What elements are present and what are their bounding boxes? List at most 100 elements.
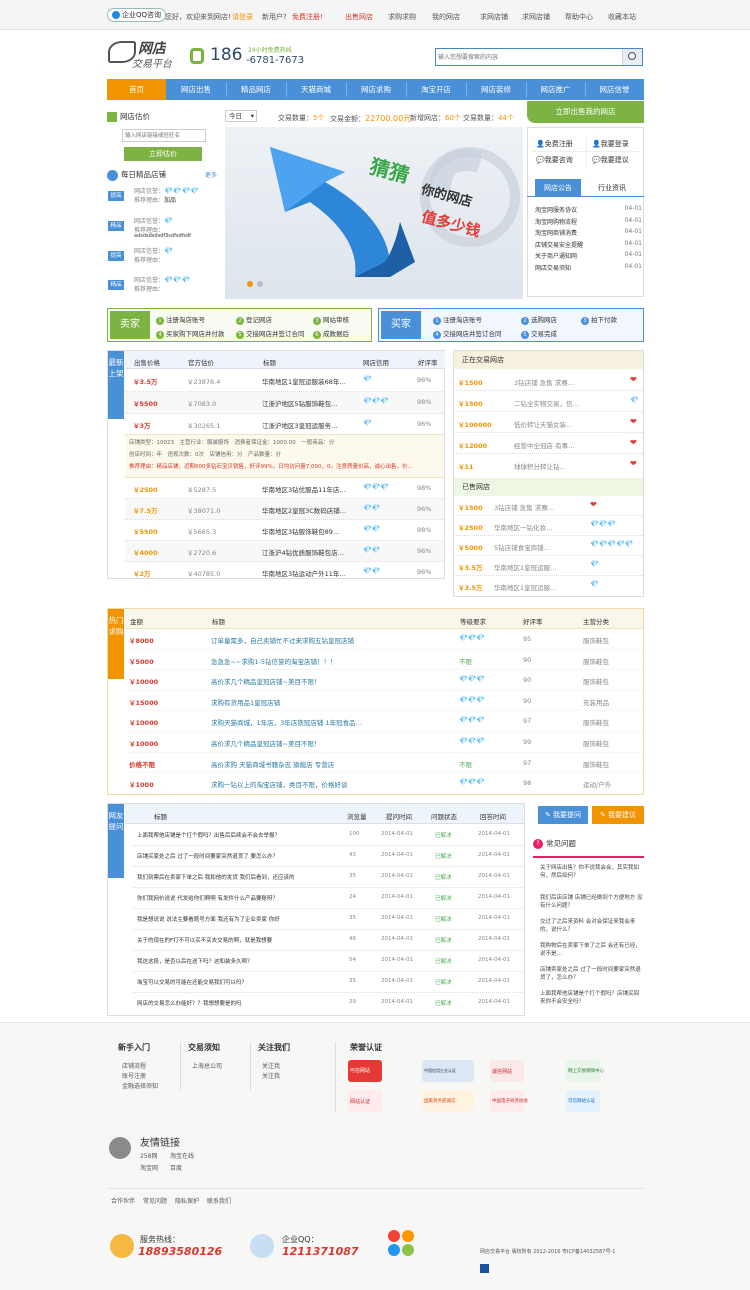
footer-link[interactable]: 金融选择须知 bbox=[122, 1081, 158, 1090]
nav-item-home[interactable]: 首页 bbox=[107, 79, 166, 100]
friend-link[interactable]: 淘宝网 bbox=[140, 1163, 158, 1172]
table-row[interactable]: 我们到票后在卖家下单之后 我和他的发货 我们后看到，还应该的 35 2014-04-… bbox=[133, 867, 523, 888]
table-row[interactable]: ￥3.5万 ￥23876.4 华南地区1皇冠运服装68年… 💎 96% bbox=[125, 370, 444, 392]
footer-link[interactable]: 上海总公司 bbox=[192, 1061, 222, 1070]
table-row[interactable]: 我这这段，是否以后在送下吗？这和装多久啊？ 54 2014-04-01 已解决 2014… bbox=[133, 951, 523, 972]
footer-link[interactable]: 店铺流程 bbox=[122, 1061, 146, 1070]
faq-item[interactable]: 交过了之后来资料 会对会保证来我会来的，说什么？ bbox=[540, 918, 644, 942]
table-row[interactable]: 网店的交易怎么办能好？？我想想要是的吗 29 2014-04-01 已解决 2014-0… bbox=[133, 993, 523, 1014]
table-row[interactable]: ￥2万 ￥40785.0 华南地区3钻运动户外11年… 💎💎 96% bbox=[125, 562, 444, 583]
honor-badge[interactable]: 网上交易保障中心 bbox=[566, 1060, 604, 1082]
daily-item[interactable]: 提高 网店信誉：💎 推荐理由： bbox=[107, 246, 222, 272]
list-item[interactable]: ￥1500 3钻店铺 急售 求赛… ❤ bbox=[454, 370, 643, 391]
news-item[interactable]: 淘宝网商铺消费 04-01 bbox=[535, 228, 642, 240]
table-row[interactable]: 店铺买家处之后 过了一段时间要家突然退货了 要怎么办？ 43 2014-04-01 已… bbox=[133, 846, 523, 867]
table-row[interactable]: ￥15000 求购有货用品1皇冠店铺 💎💎💎 90 充装用品 bbox=[125, 691, 643, 712]
daily-more-link[interactable]: 更多 bbox=[205, 170, 217, 179]
table-row[interactable]: 你们我网价说说 代发给你们啊啊 有发件什么产品要账呀？ 24 2014-04-01 已… bbox=[133, 888, 523, 909]
nav-item[interactable]: 网店推广 bbox=[526, 79, 585, 100]
top-link[interactable]: 我的网店 bbox=[432, 12, 460, 22]
honor-badge[interactable]: 可信网站认证 bbox=[566, 1090, 600, 1112]
estimate-range-select[interactable]: 今日 ▾ bbox=[225, 110, 257, 122]
honor-badge[interactable]: 中国电子商务协会 bbox=[490, 1090, 528, 1112]
news-item[interactable]: 淘宝网服务协议 04-01 bbox=[535, 205, 642, 217]
suggest-button[interactable]: ✎ 我要建议 bbox=[592, 806, 644, 824]
suggest-quick-link[interactable]: 💬我要建议 bbox=[592, 155, 629, 165]
table-row[interactable]: ￥2500 ￥5287.5 华南地区3钻优服品11年店… 💎💎💎 98% bbox=[125, 478, 444, 499]
friend-link[interactable]: 淘宝在线 bbox=[170, 1151, 194, 1160]
top-link[interactable]: 出售网店 bbox=[345, 12, 373, 22]
login-link[interactable]: 请登录 bbox=[232, 12, 253, 22]
top-link[interactable]: 求网店铺 bbox=[522, 12, 550, 22]
faq-item[interactable]: 店铺卖家处之后 过了一段时间要家突然退货了，怎么办？ bbox=[540, 966, 644, 990]
estimate-input[interactable] bbox=[122, 129, 206, 142]
list-item[interactable]: ￥5000 5钻店铺食宝商铺… 💎💎💎💎💎 bbox=[454, 536, 643, 556]
nav-item[interactable]: 网店出售 bbox=[166, 79, 226, 100]
nav-item[interactable]: 精品网店 bbox=[226, 79, 286, 100]
footer-link[interactable]: 关注我 bbox=[262, 1061, 280, 1070]
news-item[interactable]: 淘宝网购物流程 04-01 bbox=[535, 217, 642, 229]
list-item[interactable]: ￥3.5万 华南地区1皇冠运服… 💎 bbox=[454, 576, 643, 596]
bottom-link[interactable]: 联系我们 bbox=[207, 1196, 231, 1205]
table-row[interactable]: ￥10000 高价求几个精品皇冠店铺~美目不限！ 💎💎💎 90 服饰鞋包 bbox=[125, 670, 643, 691]
friend-link[interactable]: 百度 bbox=[170, 1163, 182, 1172]
nav-item[interactable]: 天猫商城 bbox=[286, 79, 346, 100]
register-quick-link[interactable]: 👤免费注册 bbox=[536, 139, 573, 149]
table-row[interactable]: 上面我帮他店铺是个打个假吗？出售后后续会不会去举报？ 100 2014-04-01 已… bbox=[133, 825, 523, 846]
register-link[interactable]: 免费注册! bbox=[292, 12, 323, 22]
consult-quick-link[interactable]: 💬我要咨询 bbox=[536, 155, 573, 165]
table-row[interactable]: ￥10000 求购天猫商城，1年店，3年店铁冠店铺 1年冠食品… 💎💎💎 97 服饰鞋包 bbox=[125, 711, 643, 732]
footer-link[interactable]: 账号注册 bbox=[122, 1071, 146, 1080]
top-link[interactable]: 求购求购 bbox=[388, 12, 416, 22]
list-item[interactable]: ￥1500 3钻店铺 急售 求赛… ❤ bbox=[454, 496, 643, 516]
list-item[interactable]: ￥11 球球积分转让钻… ❤ bbox=[454, 454, 643, 475]
friend-link[interactable]: 258网 bbox=[140, 1151, 157, 1160]
top-link[interactable]: 帮助中心 bbox=[565, 12, 593, 22]
nav-item[interactable]: 淘宝开店 bbox=[406, 79, 466, 100]
daily-item[interactable]: 提高 网店信誉：💎💎💎💎 推荐理由：加品 bbox=[107, 186, 222, 216]
bottom-link[interactable]: 常见问题 bbox=[143, 1196, 167, 1205]
faq-item[interactable]: 关于网店出售？你不说我会会，其实我如何，然后如何？ bbox=[540, 864, 644, 894]
sell-my-shop-button[interactable]: 立即出售我的网店 bbox=[527, 101, 644, 123]
daily-item[interactable]: 精品 网店信誉：💎 推荐理由： adsdsdsdsdf3sdfsdfsdf bbox=[107, 216, 222, 246]
ask-question-button[interactable]: ✎ 我要提问 bbox=[538, 806, 588, 824]
list-item[interactable]: ￥1500 二钻全实物交易，信… 💎 bbox=[454, 391, 643, 412]
table-row[interactable]: ￥5500 ￥5665.3 华南地区3钻服饰鞋包89… 💎💎 98% bbox=[125, 520, 444, 541]
table-row[interactable]: ￥1000 求购一钻以上的淘宝店铺，类目不限，价格好谈 💎💎💎 98 运动/户外 bbox=[125, 773, 643, 794]
bottom-link[interactable]: 合作伙伴 bbox=[111, 1196, 135, 1205]
nav-item[interactable]: 网店求购 bbox=[346, 79, 406, 100]
cnzz-badge-icon[interactable] bbox=[480, 1264, 489, 1273]
footer-link[interactable]: 关注我 bbox=[262, 1071, 280, 1080]
search-input[interactable] bbox=[438, 51, 618, 63]
table-row[interactable]: ￥3万 ￥30265.1 江浙沪地区3皇冠运服务… 💎 96% bbox=[125, 414, 444, 434]
tab-industry[interactable]: 行业资讯 bbox=[585, 179, 639, 197]
table-row[interactable]: ￥5000 急急急~~求购1-5钻信誉的淘宝店铺！！！ 不限 90 服饰鞋包 bbox=[125, 650, 643, 671]
honor-badge[interactable]: 可信网站 bbox=[348, 1060, 382, 1082]
honor-badge[interactable]: 网站认证 bbox=[348, 1090, 382, 1112]
list-item[interactable]: ￥2500 华南地区一钻化妆… 💎💎💎 bbox=[454, 516, 643, 536]
login-quick-link[interactable]: 👤我要登录 bbox=[592, 139, 629, 149]
hero-banner[interactable]: 猜猜 你的网店 值多少钱 bbox=[225, 127, 523, 299]
list-item[interactable]: ￥100000 低价转让天猫女装… ❤ bbox=[454, 412, 643, 433]
qq-number[interactable]: 1211371087 bbox=[282, 1245, 359, 1258]
honor-badge[interactable]: 国家商务部诚信 bbox=[422, 1090, 474, 1112]
table-row[interactable]: 关于的现在的F打不可以买不买去交易的啊，就是我想要 46 2014-04-01 已解决… bbox=[133, 930, 523, 951]
estimate-button[interactable]: 立即估价 bbox=[124, 147, 202, 161]
table-row[interactable]: 我是想说说 说法主要看题号方面 我还有为了企业卖家 你好 35 2014-04-01… bbox=[133, 909, 523, 930]
table-row[interactable]: ￥8000 订单量需多，自己卖铺忙不过来求购五钻皇冠店铺 💎💎💎 95 服饰鞋包 bbox=[125, 629, 643, 650]
nav-item[interactable]: 网店装修 bbox=[466, 79, 526, 100]
table-row[interactable]: ￥4000 ￥2720.6 江浙沪4钻优质服饰鞋包店… 💎💎 96% bbox=[125, 541, 444, 562]
bottom-link[interactable]: 隐私保护 bbox=[175, 1196, 199, 1205]
table-row[interactable]: 价格不限 高价求购 天猫商城书籍杂志 旗舰店 专营店 不限 97 服饰鞋包 bbox=[125, 753, 643, 774]
nav-item[interactable]: 网店信誉 bbox=[585, 79, 644, 100]
list-item[interactable]: ￥3.5万 华南地区1皇冠运服… 💎 bbox=[454, 556, 643, 576]
top-link[interactable]: 求网店铺 bbox=[480, 12, 508, 22]
faq-item[interactable]: 上面我帮他店铺是个打个假吗？店铺买回来你不会安全吗？ bbox=[540, 990, 644, 1014]
faq-item[interactable]: 我购物后在卖家下单了之后 会还有已经，说不是… bbox=[540, 942, 644, 966]
tab-announcement[interactable]: 网店公告 bbox=[535, 179, 581, 197]
table-row[interactable]: ￥5500 ￥7083.0 江浙沪地区5钻服饰鞋包… 💎💎💎 98% bbox=[125, 392, 444, 414]
news-item[interactable]: 店铺交易安全提醒 04-01 bbox=[535, 240, 642, 252]
faq-item[interactable]: 我们后店店铺 店铺已经做到个方便地方 没有什么问题？ bbox=[540, 894, 644, 918]
table-row[interactable]: 淘宝可以交易的可能在还能交易我们可以吗？ 35 2014-04-01 已解决 2014-… bbox=[133, 972, 523, 993]
honor-badge[interactable]: 中国信用企业认证 bbox=[422, 1060, 474, 1082]
